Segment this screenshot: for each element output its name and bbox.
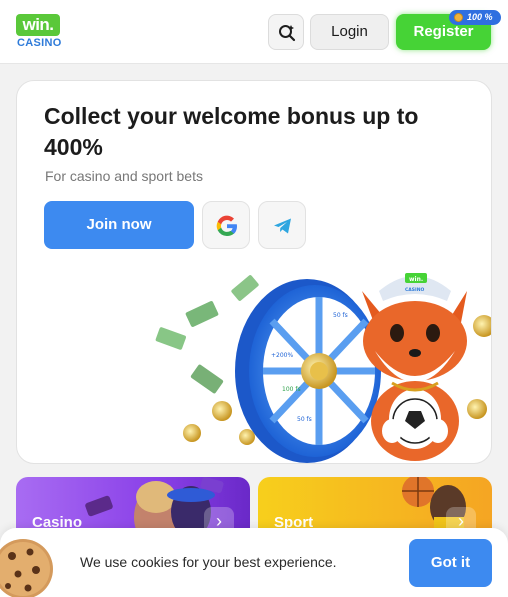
cap-logo: win. [409, 276, 423, 283]
promo-title: Collect your welcome bonus up to 400% [44, 103, 419, 160]
cookie-icon [0, 534, 58, 597]
promo-subtitle: For casino and sport bets [45, 168, 203, 184]
search-button[interactable] [268, 14, 304, 50]
logo-mark: win. [16, 14, 60, 36]
cookie-banner: We use cookies for your best experience.… [0, 528, 508, 597]
fox-wheel-illustration: 50 fs +200% 50 fs 100 fs win. CASINO [155, 273, 491, 463]
login-button[interactable]: Login [310, 14, 389, 50]
google-login-button[interactable] [202, 201, 250, 249]
wheel-label: 100 fs [282, 386, 301, 393]
badge-text: 100 % [467, 12, 493, 22]
fox-mascot: win. CASINO [362, 273, 467, 461]
top-header: win. CASINO Login Register 100 % [0, 0, 508, 64]
wheel-label: 50 fs [297, 416, 312, 423]
wheel-label: 50 fs [333, 312, 348, 319]
join-now-button[interactable]: Join now [44, 201, 194, 249]
cookie-message: We use cookies for your best experience. [80, 554, 337, 570]
fortune-wheel: 50 fs +200% 50 fs 100 fs [235, 279, 381, 463]
got-it-button[interactable]: Got it [409, 539, 492, 587]
site-logo[interactable]: win. CASINO [16, 14, 62, 50]
telegram-login-button[interactable] [258, 201, 306, 249]
logo-text: CASINO [17, 37, 62, 49]
coin-icon [454, 13, 463, 22]
svg-text:CASINO: CASINO [405, 287, 424, 293]
register-bonus-badge: 100 % [449, 10, 501, 25]
wheel-label: +200% [271, 352, 293, 359]
welcome-bonus-card: Collect your welcome bonus up to 400% Fo… [16, 80, 492, 464]
